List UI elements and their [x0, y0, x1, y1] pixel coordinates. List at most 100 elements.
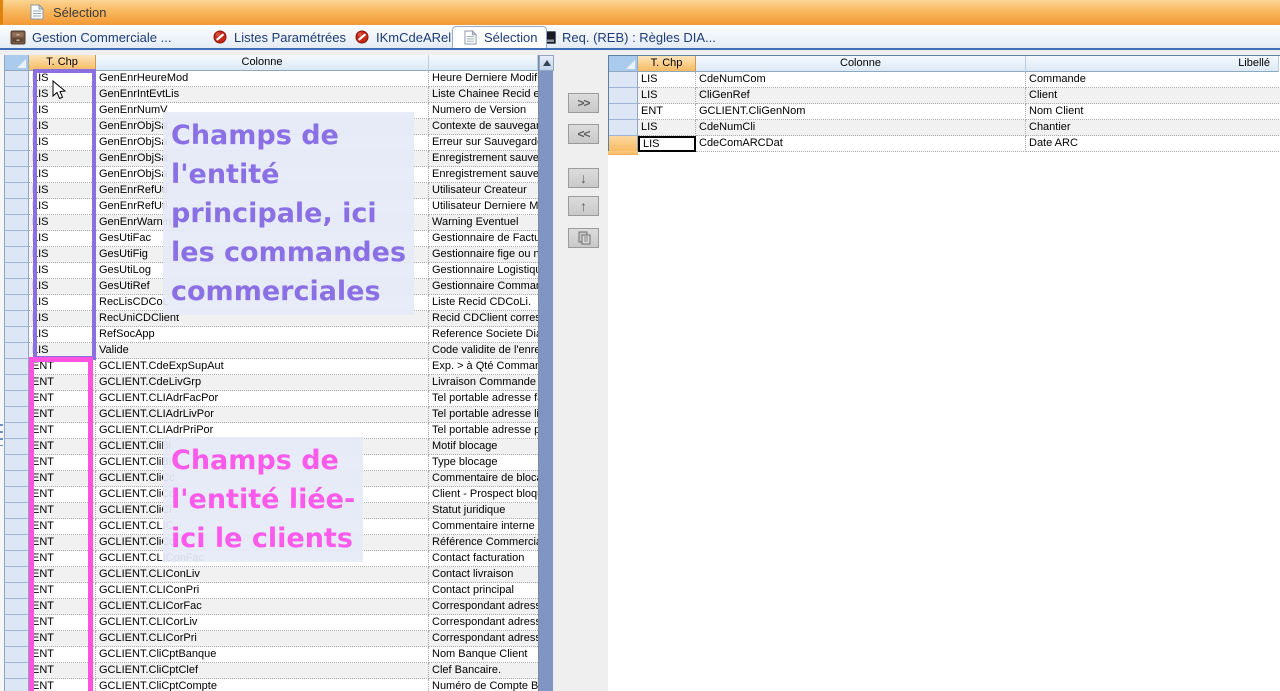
- cell-libelle[interactable]: Gestionnaire de Factura: [429, 231, 538, 247]
- row-selector[interactable]: [5, 535, 29, 551]
- row-selector[interactable]: [5, 151, 29, 167]
- cell-colonne[interactable]: GCLIENT.CliCl: [96, 503, 429, 519]
- cell-colonne[interactable]: GCLIENT.CliCc: [96, 487, 429, 503]
- row-selector[interactable]: [609, 88, 638, 104]
- table-row[interactable]: ENTGCLIENT.CdeLivGrpLivraison Commande G…: [5, 375, 538, 391]
- cell-colonne[interactable]: GCLIENT.CLICorFac: [96, 599, 429, 615]
- select-all-corner[interactable]: [5, 55, 29, 71]
- cell-libelle[interactable]: Nom Client: [1026, 104, 1279, 120]
- row-selector[interactable]: [5, 471, 29, 487]
- cell-tchp[interactable]: ENT: [29, 471, 96, 487]
- cell-tchp[interactable]: LIS: [29, 183, 96, 199]
- cell-libelle[interactable]: Liste Recid CDCoLi.: [429, 295, 538, 311]
- table-row[interactable]: ENTGCLIENT.CliGenNomNom Client: [609, 104, 1280, 120]
- cell-libelle[interactable]: Code validite de l'enregi: [429, 343, 538, 359]
- move-up-button[interactable]: ↑: [568, 196, 599, 216]
- cell-colonne[interactable]: CdeComARCDat: [696, 136, 1026, 152]
- cell-libelle[interactable]: Numero de Version: [429, 103, 538, 119]
- cell-tchp[interactable]: LIS: [29, 87, 96, 103]
- cell-libelle[interactable]: Type blocage: [429, 455, 538, 471]
- row-selector[interactable]: [5, 567, 29, 583]
- left-table-scrollbar[interactable]: [538, 55, 553, 691]
- cell-colonne[interactable]: CliGenRef: [696, 88, 1026, 104]
- cell-libelle[interactable]: Contact facturation: [429, 551, 538, 567]
- row-selector[interactable]: [5, 423, 29, 439]
- cell-tchp[interactable]: ENT: [29, 663, 96, 679]
- cell-libelle[interactable]: Statut juridique: [429, 503, 538, 519]
- cell-tchp[interactable]: LIS: [29, 71, 96, 87]
- cell-tchp[interactable]: LIS: [638, 120, 696, 136]
- cell-colonne[interactable]: CdeNumCom: [696, 72, 1026, 88]
- cell-colonne[interactable]: GCLIENT.CliBl: [96, 455, 429, 471]
- table-row[interactable]: LISGenEnrHeureModHeure Derniere Modif: [5, 71, 538, 87]
- column-header-libelle[interactable]: [429, 55, 538, 71]
- cell-tchp[interactable]: ENT: [29, 407, 96, 423]
- cell-libelle[interactable]: Liste Chainee Recid evt: [429, 87, 538, 103]
- table-row[interactable]: ENTGCLIENT.CLIAdrPriPorTel portable adre…: [5, 423, 538, 439]
- table-row[interactable]: ENTGCLIENT.CliCcClient - Prospect bloqué: [5, 487, 538, 503]
- cell-libelle[interactable]: Date ARC: [1026, 136, 1279, 152]
- cell-colonne[interactable]: GenEnrObjSa: [96, 167, 429, 183]
- cell-libelle[interactable]: Tel portable adresse pri: [429, 423, 538, 439]
- column-header-libelle[interactable]: Libellé: [1026, 56, 1279, 72]
- cell-libelle[interactable]: Enregistrement sauvega: [429, 167, 538, 183]
- row-selector[interactable]: [5, 183, 29, 199]
- cell-colonne[interactable]: GCLIENT.CdeExpSupAut: [96, 359, 429, 375]
- table-row[interactable]: LISGesUtiRefGestionnaire Commande: [5, 279, 538, 295]
- table-row[interactable]: ENTGCLIENT.CLICorFacCorrespondant adress…: [5, 599, 538, 615]
- cell-tchp[interactable]: ENT: [29, 519, 96, 535]
- cell-libelle[interactable]: Correspondant adresse f: [429, 599, 538, 615]
- table-row[interactable]: LISGenEnrObjSaContexte de sauvegarde: [5, 119, 538, 135]
- cell-libelle[interactable]: Utilisateur Derniere Mod: [429, 199, 538, 215]
- table-row[interactable]: LISRecUniCDClientRecid CDClient correspo: [5, 311, 538, 327]
- table-row[interactable]: LISGenEnrObjSaErreur sur Sauvegarde c: [5, 135, 538, 151]
- table-row[interactable]: LISRecLisCDCoLListe Recid CDCoLi.: [5, 295, 538, 311]
- row-selector[interactable]: [5, 679, 29, 691]
- cell-colonne[interactable]: GenEnrObjSa: [96, 151, 429, 167]
- cell-tchp[interactable]: LIS: [29, 215, 96, 231]
- cell-colonne[interactable]: GCLIENT.CliBl: [96, 439, 429, 455]
- cell-tchp[interactable]: LIS: [29, 247, 96, 263]
- table-row[interactable]: LISGesUtiFigGestionnaire fige ou nor: [5, 247, 538, 263]
- cell-libelle[interactable]: Correspondant adresse l: [429, 615, 538, 631]
- table-row[interactable]: LISGenEnrRefUtiUtilisateur Derniere Mod: [5, 199, 538, 215]
- cell-libelle[interactable]: Clef Bancaire.: [429, 663, 538, 679]
- remove-all-button[interactable]: <<: [568, 124, 599, 144]
- cell-libelle[interactable]: Commande: [1026, 72, 1279, 88]
- tab-req-reb-r-gles-dia-[interactable]: Req. (REB) : Règles DIA...: [540, 27, 716, 47]
- row-selector[interactable]: [5, 407, 29, 423]
- cell-libelle[interactable]: Gestionnaire Commande: [429, 279, 538, 295]
- cell-tchp[interactable]: ENT: [29, 615, 96, 631]
- cell-libelle[interactable]: Reference Societe Diap: [429, 327, 538, 343]
- cell-libelle[interactable]: Utilisateur Createur: [429, 183, 538, 199]
- row-selector[interactable]: [5, 583, 29, 599]
- column-header-colonne[interactable]: Colonne: [696, 56, 1026, 72]
- table-row[interactable]: ENTGCLIENT.CLIAdrLivPorTel portable adre…: [5, 407, 538, 423]
- cell-colonne[interactable]: GenEnrObjSa: [96, 119, 429, 135]
- cell-tchp[interactable]: ENT: [638, 104, 696, 120]
- cell-libelle[interactable]: Commentaire interne: [429, 519, 538, 535]
- scroll-up-button[interactable]: [539, 55, 554, 71]
- table-row[interactable]: LISGenEnrNumVNumero de Version: [5, 103, 538, 119]
- cell-tchp[interactable]: LIS: [29, 263, 96, 279]
- row-selector[interactable]: [609, 104, 638, 120]
- cell-colonne[interactable]: GCLIENT.CLIAdrPriPor: [96, 423, 429, 439]
- table-row[interactable]: ENTGCLIENT.CliClStatut juridique: [5, 503, 538, 519]
- cell-colonne[interactable]: GenEnrHeureMod: [96, 71, 429, 87]
- cell-tchp[interactable]: ENT: [29, 631, 96, 647]
- cell-libelle[interactable]: Motif blocage: [429, 439, 538, 455]
- cell-tchp[interactable]: LIS: [29, 327, 96, 343]
- row-selector[interactable]: [5, 199, 29, 215]
- cell-colonne[interactable]: CdeNumCli: [696, 120, 1026, 136]
- move-down-button[interactable]: ↓: [568, 168, 599, 188]
- row-selector[interactable]: [5, 87, 29, 103]
- row-selector[interactable]: [5, 391, 29, 407]
- cell-colonne[interactable]: GCLIENT.CLIAdrFacPor: [96, 391, 429, 407]
- cell-colonne[interactable]: GCLIENT.CLICorLiv: [96, 615, 429, 631]
- cell-colonne[interactable]: GCLIENT.CliGenNom: [696, 104, 1026, 120]
- table-row[interactable]: LISGenEnrRefUtiUtilisateur Createur: [5, 183, 538, 199]
- cell-libelle[interactable]: Tel portable adresse livr: [429, 407, 538, 423]
- row-selector[interactable]: [5, 599, 29, 615]
- column-header-tchp[interactable]: T. Chp: [29, 55, 96, 71]
- cell-colonne[interactable]: GCLIENT.CLICorPri: [96, 631, 429, 647]
